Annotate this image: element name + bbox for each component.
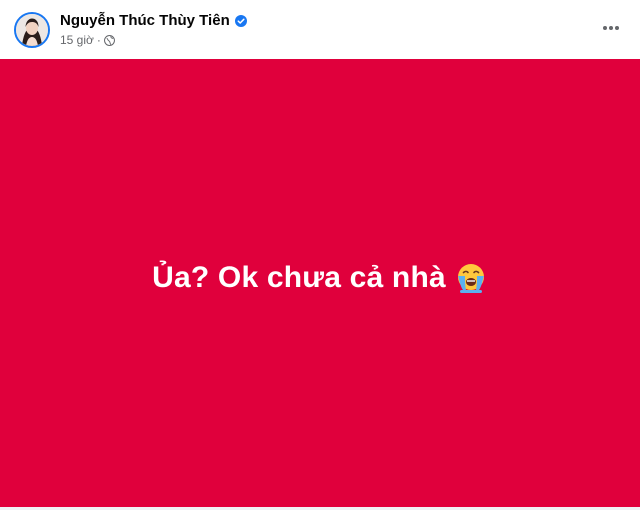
- post-text-wrap: Ủa? Ok chưa cả nhà: [152, 261, 488, 295]
- post-timestamp[interactable]: 15 giờ: [60, 33, 94, 47]
- post-text: Ủa? Ok chưa cả nhà: [152, 261, 446, 294]
- post-header: Nguyễn Thúc Thùy Tiên 15 giờ ·: [0, 0, 640, 59]
- author-row: Nguyễn Thúc Thùy Tiên: [60, 10, 247, 30]
- author-name[interactable]: Nguyễn Thúc Thùy Tiên: [60, 12, 230, 29]
- loudly-crying-face-icon: [454, 261, 488, 295]
- meta-separator: ·: [96, 33, 101, 47]
- verified-badge-icon: [234, 14, 247, 27]
- post-background-card: Ủa? Ok chưa cả nhà: [0, 59, 640, 507]
- more-horizontal-icon: [603, 26, 619, 30]
- globe-icon[interactable]: [103, 34, 115, 46]
- post-meta: 15 giờ ·: [60, 32, 115, 48]
- author-avatar[interactable]: [14, 12, 50, 48]
- avatar-image: [16, 14, 48, 46]
- more-options-button[interactable]: [596, 15, 626, 41]
- facebook-post: Nguyễn Thúc Thùy Tiên 15 giờ · Ủa? Ok ch…: [0, 0, 640, 510]
